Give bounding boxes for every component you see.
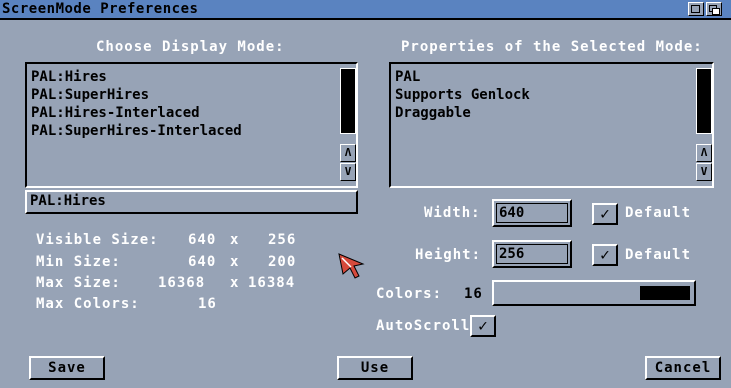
min-size-width: 640 <box>188 254 217 270</box>
selected-mode-field: PAL:Hires <box>25 190 358 214</box>
height-label: Height: <box>415 247 482 263</box>
scroll-down-icon[interactable]: V <box>696 163 712 181</box>
list-scrollbar[interactable] <box>340 68 356 134</box>
scroll-up-icon[interactable]: Λ <box>340 144 356 162</box>
property-item: Draggable <box>395 105 471 121</box>
height-field[interactable]: 256 <box>492 240 572 268</box>
visible-size-x: x <box>230 232 240 248</box>
properties-scrollbar[interactable] <box>696 68 712 134</box>
title-bar[interactable]: ScreenMode Preferences <box>0 0 731 20</box>
scroll-up-icon[interactable]: Λ <box>696 144 712 162</box>
colors-value: 16 <box>464 286 483 302</box>
cancel-button[interactable]: Cancel <box>645 356 721 380</box>
zoom-gadget-icon[interactable] <box>688 2 704 16</box>
max-size-x: x <box>230 275 240 291</box>
max-size-label: Max Size: <box>36 275 121 291</box>
min-size-label: Min Size: <box>36 254 121 270</box>
visible-size-width: 640 <box>188 232 217 248</box>
width-label: Width: <box>424 205 481 221</box>
scroll-down-icon[interactable]: V <box>340 163 356 181</box>
colors-slider-knob[interactable] <box>640 286 690 300</box>
max-size-width: 16368 <box>158 275 206 291</box>
display-mode-list[interactable]: PAL:Hires PAL:SuperHires PAL:Hires-Inter… <box>25 62 358 188</box>
properties-list: PAL Supports Genlock Draggable Λ V <box>389 62 714 188</box>
selected-mode-value: PAL:Hires <box>30 193 106 209</box>
width-default-label: Default <box>625 205 692 221</box>
property-item: Supports Genlock <box>395 87 530 103</box>
height-value[interactable]: 256 <box>496 244 568 264</box>
mouse-pointer-icon <box>338 253 365 279</box>
list-item[interactable]: PAL:Hires-Interlaced <box>31 104 242 122</box>
autoscroll-checkbox[interactable]: ✓ <box>470 315 496 337</box>
window-title: ScreenMode Preferences <box>2 1 199 17</box>
max-size-height: 16384 <box>248 275 296 291</box>
use-button[interactable]: Use <box>337 356 413 380</box>
display-mode-heading: Choose Display Mode: <box>96 39 285 55</box>
height-default-checkbox[interactable]: ✓ <box>592 244 618 266</box>
width-default-checkbox[interactable]: ✓ <box>592 203 618 225</box>
height-default-label: Default <box>625 247 692 263</box>
autoscroll-label: AutoScroll: <box>376 318 480 334</box>
list-item[interactable]: PAL:SuperHires <box>31 86 242 104</box>
max-colors-label: Max Colors: <box>36 296 140 312</box>
visible-size-label: Visible Size: <box>36 232 159 248</box>
colors-label: Colors: <box>376 286 443 302</box>
list-item[interactable]: PAL:Hires <box>31 68 242 86</box>
list-item[interactable]: PAL:SuperHires-Interlaced <box>31 122 242 140</box>
width-field[interactable]: 640 <box>492 199 572 227</box>
max-colors-value: 16 <box>198 296 217 312</box>
width-value[interactable]: 640 <box>496 203 568 223</box>
depth-gadget-icon[interactable] <box>706 2 722 16</box>
min-size-x: x <box>230 254 240 270</box>
colors-slider[interactable] <box>492 280 696 306</box>
properties-heading: Properties of the Selected Mode: <box>401 39 703 55</box>
save-button[interactable]: Save <box>29 356 105 380</box>
min-size-height: 200 <box>268 254 297 270</box>
property-item: PAL <box>395 69 421 85</box>
visible-size-height: 256 <box>268 232 297 248</box>
